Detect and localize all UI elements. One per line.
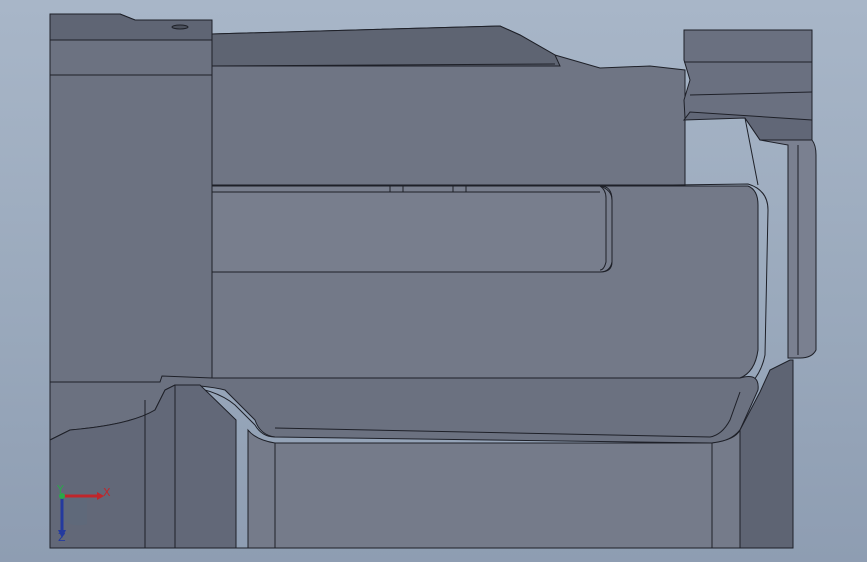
slot-face (211, 185, 613, 273)
upper-top-strip (211, 25, 561, 67)
right-rib (759, 139, 817, 359)
graphics-viewport[interactable]: X Y Z (0, 0, 867, 562)
z-axis-label: Z (58, 531, 66, 544)
x-axis-label: X (103, 486, 111, 499)
orientation-triad: X Y Z (52, 484, 122, 544)
y-axis-label: Y (57, 483, 64, 496)
left-block-face (49, 13, 213, 383)
part-model[interactable] (0, 0, 867, 562)
lower-channel (247, 428, 741, 549)
